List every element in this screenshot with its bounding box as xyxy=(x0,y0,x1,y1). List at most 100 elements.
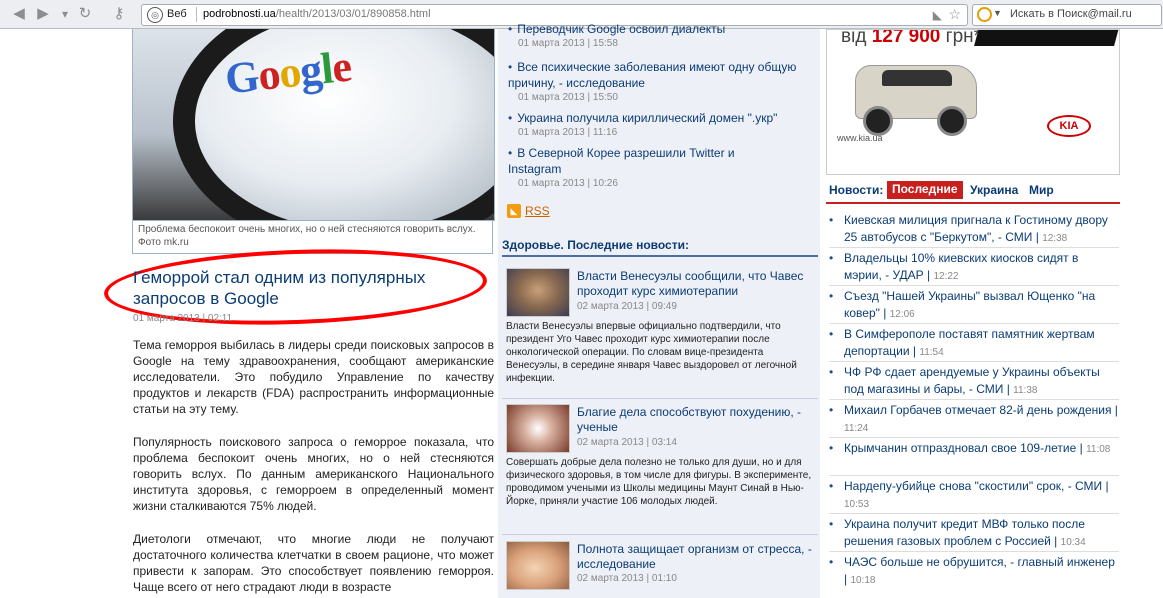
tab-world[interactable]: Мир xyxy=(1029,183,1054,197)
news-item[interactable]: • Съезд "Нашей Украины" вызвал Ющенко "на… xyxy=(829,288,1119,323)
related-date: 01 марта 2013 | 11:16 xyxy=(518,127,618,138)
globe-icon: ◎ xyxy=(147,7,163,23)
rss-label[interactable]: RSS xyxy=(525,204,550,218)
article-date: 01 марта 2013 | 02:11 xyxy=(133,313,233,324)
address-separator xyxy=(196,7,197,22)
search-box[interactable]: ▼ Искать в Поиск@mail.ru xyxy=(972,4,1162,26)
related-item[interactable]: Украина получила кириллический домен ".у… xyxy=(508,110,808,139)
tab-ukraine[interactable]: Украина xyxy=(970,183,1018,197)
news-item[interactable]: • Киевская милиция пригнала к Гостиному д… xyxy=(829,212,1119,247)
news-title[interactable]: Владельцы 10% киевских киосков сидят в м… xyxy=(844,251,1078,282)
dropdown-icon[interactable]: ▾ xyxy=(56,5,74,23)
tab-latest[interactable]: Последние xyxy=(887,181,963,199)
news-divider xyxy=(829,475,1119,476)
rss-feed-icon[interactable]: ◣ xyxy=(933,8,942,22)
kia-ad-banner[interactable]: від 127 900 грн* www.kia.ua KIA xyxy=(826,29,1120,175)
bullet-icon: • xyxy=(829,555,834,569)
news-item[interactable]: • Владельцы 10% киевских киосков сидят в … xyxy=(829,250,1119,285)
news-divider xyxy=(829,285,1119,286)
health-item-date: 02 марта 2013 | 09:49 xyxy=(577,301,677,312)
news-title[interactable]: Киевская милиция пригнала к Гостиному дв… xyxy=(844,213,1108,244)
news-divider xyxy=(829,437,1119,438)
related-item[interactable]: Все психические заболевания имеют одну о… xyxy=(508,59,808,104)
health-item-title[interactable]: Власти Венесуэлы сообщили, что Чавес про… xyxy=(577,269,812,299)
search-engine-icon xyxy=(977,7,992,22)
thumbnail-chavez[interactable] xyxy=(506,268,570,317)
health-section-heading: Здоровье. Последние новости: xyxy=(502,238,689,252)
url-text[interactable]: podrobnosti.ua/health/2013/03/01/890858.… xyxy=(203,8,431,20)
news-time: 10:34 xyxy=(1060,537,1086,548)
news-item[interactable]: • ЧАЭС больше не обрушится, - главный инж… xyxy=(829,554,1119,589)
related-date: 01 марта 2013 | 15:58 xyxy=(518,38,618,49)
tabs-underline xyxy=(826,202,1120,204)
rss-icon: ◣ xyxy=(507,203,521,218)
related-title[interactable]: Украина получила кириллический домен ".у… xyxy=(508,110,808,126)
news-item[interactable]: • Украина получит кредит МВФ только после… xyxy=(829,516,1119,551)
car-wheel xyxy=(937,106,967,136)
news-title[interactable]: Михаил Горбачев отмечает 82-й день рожде… xyxy=(844,403,1111,417)
thumbnail-hands-light[interactable] xyxy=(506,404,570,453)
news-tabs-label: Новости: xyxy=(829,183,884,197)
related-title[interactable]: Переводчик Google освоил диалекты xyxy=(508,21,808,37)
related-title[interactable]: Все психические заболевания имеют одну о… xyxy=(508,59,808,91)
news-title[interactable]: Съезд "Нашей Украины" вызвал Ющенко "на … xyxy=(844,289,1095,320)
news-item[interactable]: • Михаил Горбачев отмечает 82-й день рожд… xyxy=(829,402,1119,437)
health-item-date: 02 марта 2013 | 03:14 xyxy=(577,437,677,448)
related-date: 01 марта 2013 | 15:50 xyxy=(518,92,618,103)
ad-price-prefix: від xyxy=(841,29,867,47)
url-host: podrobnosti.ua xyxy=(203,8,276,20)
news-time: 12:06 xyxy=(889,309,915,320)
thumbnail-eating[interactable] xyxy=(506,541,570,590)
article-title: Геморрой стал одним из популярных запрос… xyxy=(133,268,426,308)
item-divider xyxy=(502,398,818,399)
ad-price: від 127 900 грн* xyxy=(841,29,981,48)
bullet-icon: • xyxy=(829,327,834,341)
news-item[interactable]: • Нардепу-убийце снова "скостили" срок, -… xyxy=(829,478,1119,513)
related-item[interactable]: В Северной Корее разрешили Twitter и Ins… xyxy=(508,145,808,190)
news-time: 12:22 xyxy=(933,271,959,282)
news-divider xyxy=(829,247,1119,248)
news-time: 11:08 xyxy=(1086,444,1111,455)
bullet-icon: • xyxy=(829,479,834,493)
item-divider xyxy=(502,534,818,535)
car-wheel xyxy=(863,106,893,136)
news-title[interactable]: Крымчанин отпраздновал свое 109-летие xyxy=(844,441,1076,455)
bullet-icon: • xyxy=(829,289,834,303)
news-divider xyxy=(829,399,1119,400)
reload-icon[interactable]: ↻ xyxy=(76,5,94,23)
engine-dropdown-icon[interactable]: ▼ xyxy=(993,8,1002,18)
news-item[interactable]: • В Симферополе поставят памятник жертвам… xyxy=(829,326,1119,361)
bullet-icon: • xyxy=(829,517,834,531)
ad-site: www.kia.ua xyxy=(837,133,883,143)
forward-icon[interactable]: ▶ xyxy=(34,5,52,23)
section-divider xyxy=(502,255,818,257)
key-icon[interactable]: ⚷ xyxy=(108,5,130,23)
news-item[interactable]: • ЧФ РФ сдает арендуемые у Украины объект… xyxy=(829,364,1119,399)
article-photo: Google xyxy=(132,29,495,221)
news-time: 12:38 xyxy=(1042,233,1068,244)
kia-logo: KIA xyxy=(1047,115,1091,137)
bullet-icon: • xyxy=(829,403,834,417)
bookmark-star-icon[interactable]: ☆ xyxy=(948,6,961,23)
rss-link[interactable]: ◣ RSS xyxy=(507,202,550,220)
related-item[interactable]: Переводчик Google освоил диалекты 01 мар… xyxy=(508,21,808,50)
news-divider xyxy=(829,513,1119,514)
related-title[interactable]: В Северной Корее разрешили Twitter и Ins… xyxy=(508,145,748,177)
health-item-title[interactable]: Полнота защищает организм от стресса, - … xyxy=(577,542,812,572)
back-icon[interactable]: ◀ xyxy=(10,5,28,23)
news-time: 11:54 xyxy=(919,347,944,358)
news-title[interactable]: Нардепу-убийце снова "скостили" срок, - … xyxy=(844,479,1102,493)
bullet-icon: • xyxy=(829,213,834,227)
bullet-icon: • xyxy=(829,251,834,265)
news-divider xyxy=(829,551,1119,552)
news-title[interactable]: Украина получит кредит МВФ только после … xyxy=(844,517,1085,548)
news-title[interactable]: В Симферополе поставят памятник жертвам … xyxy=(844,327,1095,358)
health-item-date: 02 марта 2013 | 01:10 xyxy=(577,573,677,584)
news-divider xyxy=(829,323,1119,324)
news-title[interactable]: ЧАЭС больше не обрушится, - главный инже… xyxy=(844,555,1115,569)
health-item-title[interactable]: Благие дела способствуют похудению, - уч… xyxy=(577,405,812,435)
search-input[interactable]: Искать в Поиск@mail.ru xyxy=(1010,8,1132,20)
search-kind-label: Веб xyxy=(167,8,187,20)
news-title[interactable]: ЧФ РФ сдает арендуемые у Украины объекты… xyxy=(844,365,1100,396)
news-item[interactable]: • Крымчанин отпраздновал свое 109-летие |… xyxy=(829,440,1119,458)
